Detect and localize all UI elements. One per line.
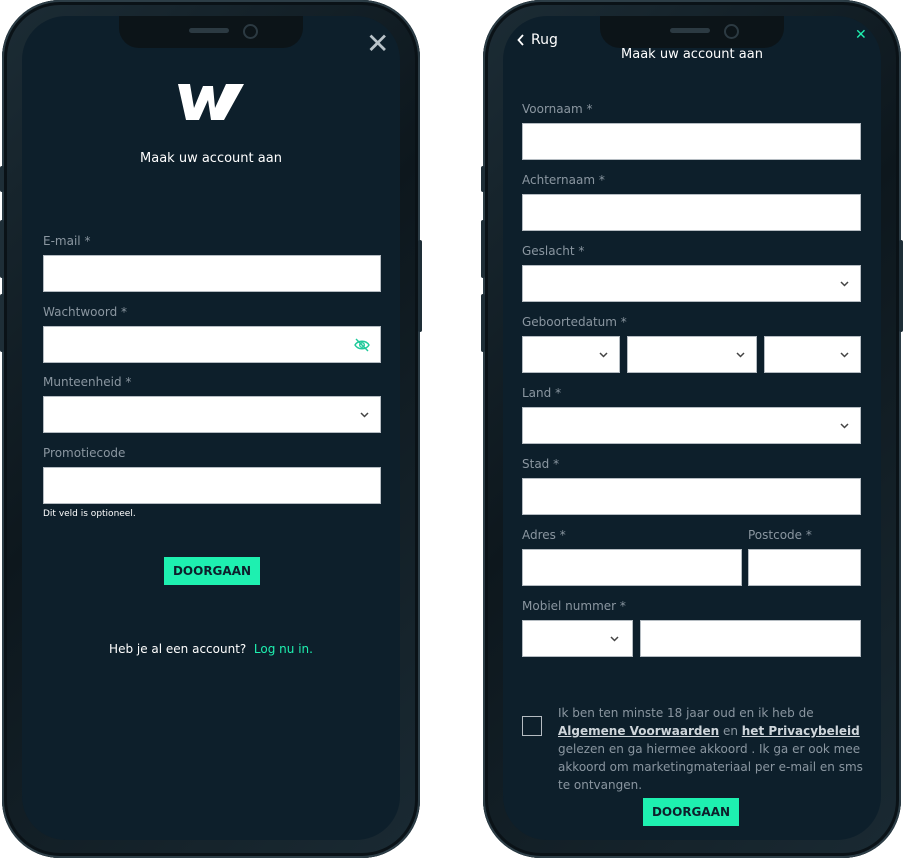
birth-day-select[interactable]: [522, 336, 620, 373]
terms-checkbox[interactable]: [522, 716, 542, 736]
volume-down-button: [481, 294, 485, 352]
chevron-down-icon: [360, 412, 369, 418]
chevron-down-icon: [736, 352, 745, 358]
have-account-text: Heb je al een account?: [109, 642, 247, 656]
chevron-left-icon: [517, 34, 524, 46]
chevron-down-icon: [610, 636, 619, 642]
volume-up-button: [0, 220, 4, 278]
currency-select[interactable]: [43, 396, 381, 433]
country-code-select[interactable]: [522, 620, 633, 657]
promo-help-text: Dit veld is optioneel.: [43, 509, 136, 519]
signup-screen-step1: ✕ Maak uw account aan E-mail * Wachtwoor…: [22, 16, 400, 840]
promo-label: Promotiecode: [43, 446, 126, 460]
page-title: Maak uw account aan: [621, 47, 763, 62]
privacy-policy-link[interactable]: het Privacybeleid: [742, 724, 860, 738]
email-label: E-mail *: [43, 234, 91, 248]
gender-select[interactable]: [522, 265, 861, 302]
country-select[interactable]: [522, 407, 861, 444]
city-input[interactable]: [522, 478, 861, 515]
city-label: Stad *: [522, 457, 560, 471]
first-name-input[interactable]: [522, 123, 861, 160]
terms-text-part: Ik ben ten minste 18 jaar oud en ik heb …: [558, 706, 814, 720]
chevron-down-icon: [840, 281, 849, 287]
phone-frame-right: Rug ✕ Maak uw account aan Voornaam * Ach…: [481, 0, 903, 858]
terms-conditions-link[interactable]: Algemene Voorwaarden: [558, 724, 719, 738]
brand-logo: [178, 84, 244, 120]
chevron-down-icon: [840, 423, 849, 429]
signup-screen-step2: Rug ✕ Maak uw account aan Voornaam * Ach…: [503, 16, 881, 840]
currency-label: Munteenheid *: [43, 375, 132, 389]
close-icon[interactable]: ✕: [855, 28, 867, 42]
mute-switch: [0, 166, 4, 192]
back-button[interactable]: Rug: [517, 32, 558, 48]
power-button: [899, 240, 903, 332]
phone-frame-left: ✕ Maak uw account aan E-mail * Wachtwoor…: [0, 0, 422, 858]
terms-text-part: gelezen en ga hiermee akkoord . Ik ga er…: [558, 742, 863, 792]
password-input[interactable]: [43, 326, 381, 363]
postcode-label: Postcode *: [748, 528, 812, 542]
email-input[interactable]: [43, 255, 381, 292]
volume-down-button: [0, 294, 4, 352]
gender-label: Geslacht *: [522, 244, 585, 258]
continue-button[interactable]: DOORGAAN: [643, 798, 739, 826]
address-input[interactable]: [522, 549, 742, 586]
postcode-input[interactable]: [748, 549, 861, 586]
terms-text: Ik ben ten minste 18 jaar oud en ik heb …: [558, 704, 863, 794]
back-label: Rug: [531, 32, 558, 48]
mobile-label: Mobiel nummer *: [522, 599, 626, 613]
terms-text-part: en: [719, 724, 742, 738]
login-prompt: Heb je al een account? Log nu in.: [22, 642, 400, 656]
power-button: [418, 240, 422, 332]
birth-month-select[interactable]: [627, 336, 757, 373]
last-name-input[interactable]: [522, 194, 861, 231]
notch: [119, 16, 303, 48]
notch: [600, 16, 784, 48]
birth-year-select[interactable]: [764, 336, 861, 373]
promo-code-input[interactable]: [43, 467, 381, 504]
mute-switch: [481, 166, 485, 192]
page-title: Maak uw account aan: [140, 151, 282, 166]
close-icon[interactable]: ✕: [366, 30, 389, 58]
address-label: Adres *: [522, 528, 566, 542]
volume-up-button: [481, 220, 485, 278]
chevron-down-icon: [599, 352, 608, 358]
login-link[interactable]: Log nu in.: [254, 642, 313, 656]
chevron-down-icon: [840, 352, 849, 358]
birthdate-label: Geboortedatum *: [522, 315, 627, 329]
country-label: Land *: [522, 386, 562, 400]
first-name-label: Voornaam *: [522, 102, 593, 116]
password-label: Wachtwoord *: [43, 305, 128, 319]
last-name-label: Achternaam *: [522, 173, 605, 187]
continue-button[interactable]: DOORGAAN: [164, 557, 260, 585]
eye-off-icon[interactable]: [354, 338, 370, 352]
mobile-number-input[interactable]: [640, 620, 861, 657]
